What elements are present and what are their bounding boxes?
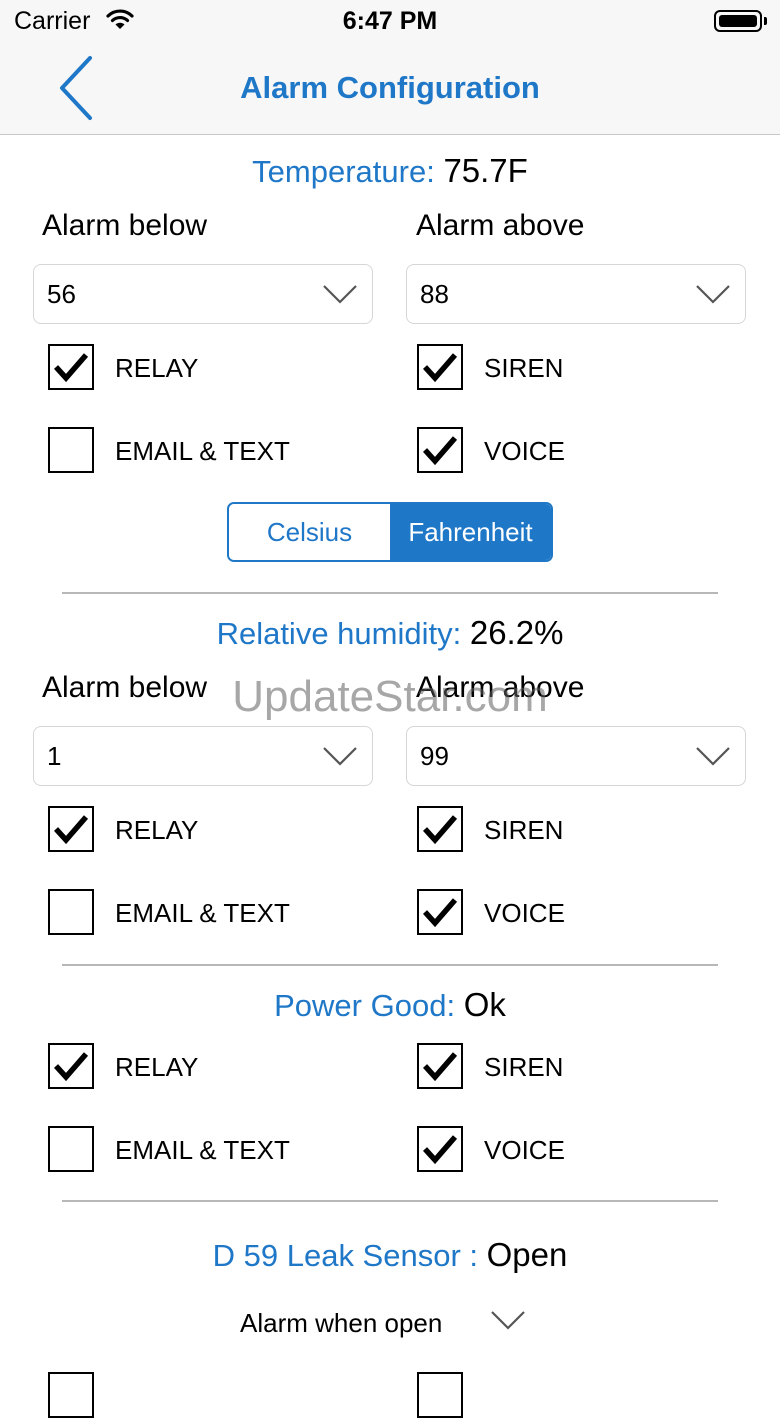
power-relay-checkbox[interactable] <box>48 1043 94 1089</box>
humidity-value: 26.2% <box>469 614 564 651</box>
checkmark-icon <box>423 1052 457 1081</box>
checkmark-icon <box>54 1052 88 1081</box>
section-divider <box>62 1200 718 1202</box>
section-divider <box>62 964 718 966</box>
checkmark-icon <box>423 436 457 465</box>
temperature-siren-label: SIREN <box>484 353 564 383</box>
power-siren-checkbox[interactable] <box>417 1043 463 1089</box>
leak-sensor-value: Open <box>486 1236 568 1273</box>
humidity-alarm-above-value: 99 <box>420 741 449 771</box>
status-time: 6:47 PM <box>342 7 438 35</box>
watermark: UpdateStar.com <box>232 672 548 721</box>
temperature-siren-checkbox[interactable] <box>417 344 463 390</box>
humidity-alarm-below-value: 1 <box>47 741 62 771</box>
battery-icon <box>714 10 762 32</box>
chevron-down-icon <box>491 1311 525 1330</box>
temperature-alarm-below-label: Alarm below <box>42 209 208 242</box>
humidity-email-label: EMAIL & TEXT <box>115 898 290 928</box>
page-title: Alarm Configuration <box>240 70 540 105</box>
temperature-alarm-below-value: 56 <box>47 279 76 309</box>
leak-alarm-mode-select[interactable]: Alarm when open <box>240 1305 540 1345</box>
power-siren-label: SIREN <box>484 1052 564 1082</box>
temperature-unit-segmented-control: Celsius Fahrenheit <box>227 502 553 562</box>
humidity-label: Relative humidity: <box>216 616 462 651</box>
humidity-header: Relative humidity: 26.2% <box>0 614 780 652</box>
leak-sensor-label: D 59 Leak Sensor : <box>212 1238 479 1273</box>
humidity-voice-checkbox[interactable] <box>417 889 463 935</box>
humidity-alarm-below-select[interactable]: 1 <box>33 726 373 786</box>
humidity-alarm-above-select[interactable]: 99 <box>406 726 746 786</box>
humidity-relay-label: RELAY <box>115 815 199 845</box>
chevron-down-icon <box>323 747 357 766</box>
temperature-value: 75.7F <box>443 152 528 189</box>
temperature-voice-checkbox[interactable] <box>417 427 463 473</box>
checkmark-icon <box>423 1135 457 1164</box>
checkmark-icon <box>54 815 88 844</box>
temperature-email-label: EMAIL & TEXT <box>115 436 290 466</box>
power-label: Power Good: <box>274 988 456 1023</box>
checkmark-icon <box>54 353 88 382</box>
temperature-label: Temperature: <box>252 154 435 189</box>
temperature-alarm-above-select[interactable]: 88 <box>406 264 746 324</box>
section-divider <box>62 592 718 594</box>
temperature-alarm-below-select[interactable]: 56 <box>33 264 373 324</box>
navigation-bar: Alarm Configuration <box>0 42 780 135</box>
leak-alarm-mode-value: Alarm when open <box>240 1308 443 1338</box>
temperature-relay-checkbox[interactable] <box>48 344 94 390</box>
power-voice-label: VOICE <box>484 1135 565 1165</box>
humidity-siren-checkbox[interactable] <box>417 806 463 852</box>
chevron-down-icon <box>696 747 730 766</box>
humidity-email-checkbox[interactable] <box>48 889 94 935</box>
power-email-label: EMAIL & TEXT <box>115 1135 290 1165</box>
checkmark-icon <box>423 898 457 927</box>
temperature-alarm-above-label: Alarm above <box>416 209 585 242</box>
humidity-relay-checkbox[interactable] <box>48 806 94 852</box>
status-bar: Carrier 6:47 PM <box>0 0 780 42</box>
humidity-siren-label: SIREN <box>484 815 564 845</box>
fahrenheit-segment[interactable]: Fahrenheit <box>390 504 551 560</box>
power-email-checkbox[interactable] <box>48 1126 94 1172</box>
leak-siren-checkbox[interactable] <box>417 1372 463 1418</box>
humidity-voice-label: VOICE <box>484 898 565 928</box>
power-value: Ok <box>463 986 506 1023</box>
chevron-down-icon <box>696 285 730 304</box>
temperature-relay-label: RELAY <box>115 353 199 383</box>
checkmark-icon <box>423 815 457 844</box>
battery-tip <box>764 17 767 25</box>
power-header: Power Good: Ok <box>0 986 780 1024</box>
temperature-header: Temperature: 75.7F <box>0 152 780 190</box>
chevron-down-icon <box>323 285 357 304</box>
power-voice-checkbox[interactable] <box>417 1126 463 1172</box>
checkmark-icon <box>423 353 457 382</box>
leak-sensor-header: D 59 Leak Sensor : Open <box>0 1236 780 1274</box>
power-relay-label: RELAY <box>115 1052 199 1082</box>
temperature-voice-label: VOICE <box>484 436 565 466</box>
temperature-email-checkbox[interactable] <box>48 427 94 473</box>
celsius-segment[interactable]: Celsius <box>229 504 390 560</box>
temperature-alarm-above-value: 88 <box>420 279 449 309</box>
leak-relay-checkbox[interactable] <box>48 1372 94 1418</box>
